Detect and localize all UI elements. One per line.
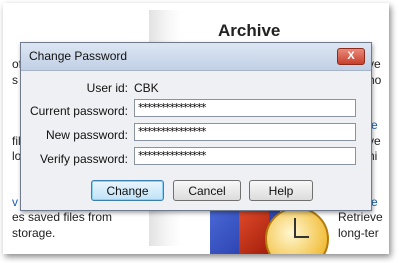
bg-left-text-6: storage. [12,226,56,240]
close-button[interactable]: X [337,48,365,65]
dialog-title: Change Password [29,49,128,63]
bg-right-link-1[interactable]: e [371,118,378,132]
current-password-field[interactable]: *************** [134,99,356,117]
change-button[interactable]: Change [91,180,164,201]
clock-hand [294,218,296,238]
verify-password-label: Verify password: [39,152,128,166]
current-password-label: Current password: [29,104,128,118]
user-id-value: CBK [134,81,159,95]
new-password-field[interactable]: *************** [134,123,356,141]
help-button[interactable]: Help [249,180,313,201]
user-id-label: User id: [86,81,128,95]
bg-right-text-6: long-ter [338,226,379,240]
change-password-dialog: Change Password X User id: CBK Current p… [20,42,372,211]
dialog-title-bar[interactable]: Change Password X [21,43,371,71]
new-password-label: New password: [45,128,128,142]
close-icon: X [347,50,355,62]
bg-left-text-5: es saved files from [12,210,113,224]
clock-hand [295,236,309,238]
folder-illustration-red [239,209,269,254]
bg-left-link[interactable]: v [12,195,18,209]
cancel-button[interactable]: Cancel [173,180,241,201]
verify-password-field[interactable]: *************** [134,147,356,165]
bg-right-text-5: Retrieve [338,210,383,224]
archive-heading: Archive [218,21,281,40]
bg-right-link-2[interactable]: e [371,195,378,209]
